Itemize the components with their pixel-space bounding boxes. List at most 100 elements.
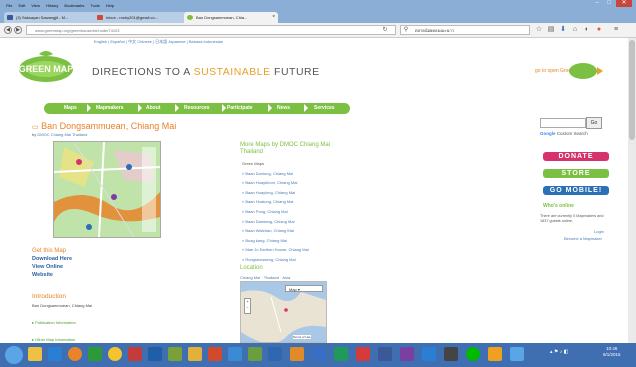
app-taskbar-icon[interactable]: [268, 347, 282, 361]
facebook-icon: [7, 15, 13, 20]
new-tab-button[interactable]: +: [270, 13, 275, 22]
nav-maps[interactable]: Maps: [64, 103, 77, 114]
list-item[interactable]: » Mae Jo Earthen House, Chiang Mai: [242, 245, 309, 255]
map-type-select[interactable]: Map ▾: [285, 285, 323, 292]
app-taskbar-icon[interactable]: [378, 347, 392, 361]
location-map[interactable]: Map ▾ + − Terms of Use: [240, 281, 327, 343]
menu-history[interactable]: History: [46, 3, 58, 8]
minimize-button[interactable]: –: [592, 0, 602, 7]
app-taskbar-icon[interactable]: [148, 347, 162, 361]
list-item[interactable]: » Baan Pong, Chiang Mai: [242, 207, 309, 217]
website-link[interactable]: Website: [32, 272, 53, 278]
list-item[interactable]: » Baan Watchan, Chiang Mai: [242, 226, 309, 236]
tagline-highlight: SUSTAINABLE: [193, 66, 271, 78]
menu-tools[interactable]: Tools: [90, 3, 99, 8]
close-button[interactable]: ✕: [616, 0, 632, 7]
app-taskbar-icon[interactable]: [488, 347, 502, 361]
menu-bookmarks[interactable]: Bookmarks: [64, 3, 84, 8]
list-item[interactable]: » Baan Huatung, Chiang Mai: [242, 197, 309, 207]
hamburger-menu-icon[interactable]: ≡: [612, 26, 620, 34]
chrome-taskbar-icon[interactable]: [108, 347, 122, 361]
app-taskbar-icon[interactable]: [128, 347, 142, 361]
become-mapmaker-link[interactable]: Become a Mapmaker: [564, 236, 602, 241]
language-links[interactable]: English | Español | 中文 Chinese | 日本語 Jap…: [94, 39, 223, 45]
tab-gmail[interactable]: Inbox - roshy201@gmail.co... ×: [94, 12, 192, 23]
system-clock[interactable]: 10:46 6/1/2016: [603, 346, 621, 358]
list-item[interactable]: » Rongseowaeng, Chiang Mai: [242, 255, 309, 265]
app-taskbar-icon[interactable]: [422, 347, 436, 361]
extension-icon[interactable]: ●: [595, 26, 603, 34]
app-taskbar-icon[interactable]: [88, 347, 102, 361]
explorer-taskbar-icon[interactable]: [28, 347, 42, 361]
search-go-button[interactable]: Go: [586, 117, 602, 129]
view-online-link[interactable]: View Online: [32, 264, 63, 270]
nav-mapmakers[interactable]: Mapmakers: [96, 103, 124, 114]
line-taskbar-icon[interactable]: [466, 347, 480, 361]
publication-info-toggle[interactable]: ▸ Publication Information: [32, 320, 76, 325]
menu-help[interactable]: Help: [106, 3, 114, 8]
reload-icon[interactable]: ↻: [381, 26, 389, 34]
app-taskbar-icon[interactable]: [188, 347, 202, 361]
download-icon[interactable]: ⬇: [559, 26, 567, 34]
list-item[interactable]: » Baan Donlung, Chiang Mai: [242, 169, 309, 179]
nav-participate[interactable]: Participate: [227, 103, 253, 114]
list-item[interactable]: » Baan Dandang, Chiang Mai: [242, 217, 309, 227]
donate-button[interactable]: DONATE: [543, 152, 609, 161]
maximize-button[interactable]: □: [604, 0, 614, 7]
tab-greenmap[interactable]: Ban Dongsammuean, Chia... ×: [184, 12, 278, 23]
nav-separator: [304, 104, 308, 112]
greenmap-logo[interactable]: GREEN MAP: [17, 48, 75, 84]
open-green-map-link[interactable]: go to open Green Map: [535, 56, 605, 82]
scrollbar-thumb[interactable]: [629, 40, 635, 140]
ie-taskbar-icon[interactable]: [48, 347, 62, 361]
nav-resources[interactable]: Resources: [184, 103, 210, 114]
download-link[interactable]: Download Here: [32, 256, 72, 262]
bookmarks-menu-icon[interactable]: ▤: [547, 26, 555, 34]
nav-separator: [87, 104, 91, 112]
bookmark-star-icon[interactable]: ☆: [535, 26, 543, 34]
app-taskbar-icon[interactable]: [400, 347, 414, 361]
list-item[interactable]: » Buag kang, Chiang Mai: [242, 236, 309, 246]
app-taskbar-icon[interactable]: [510, 347, 524, 361]
nav-services[interactable]: Services: [314, 103, 335, 114]
tab-bar: (3) Saksayan Sawangjit - M... × Inbox - …: [0, 10, 636, 23]
app-taskbar-icon[interactable]: [248, 347, 262, 361]
browser-search-input[interactable]: ตลาดน้อยคลองมะนาว: [400, 25, 530, 35]
nav-news[interactable]: News: [277, 103, 290, 114]
location-breadcrumb[interactable]: Chiang Mai · Thailand · Asia: [240, 275, 290, 280]
location-heading: Location: [240, 265, 263, 271]
app-taskbar-icon[interactable]: [168, 347, 182, 361]
go-mobile-button[interactable]: GO MOBILE!: [543, 186, 609, 195]
app-taskbar-icon[interactable]: [312, 347, 326, 361]
site-search-input[interactable]: [540, 118, 586, 128]
home-icon[interactable]: ⌂: [571, 26, 579, 34]
start-button[interactable]: [5, 346, 23, 364]
list-item[interactable]: » Baan Huaykhom, Chiang Mai: [242, 178, 309, 188]
firefox-taskbar-icon[interactable]: [68, 347, 82, 361]
app-taskbar-icon[interactable]: [444, 347, 458, 361]
tagline-part: DIRECTIONS TO A: [92, 66, 194, 78]
app-taskbar-icon[interactable]: [334, 347, 348, 361]
pocket-icon[interactable]: ◐: [583, 26, 591, 34]
store-button[interactable]: STORE: [543, 169, 609, 178]
map-thumbnail[interactable]: [53, 141, 161, 238]
app-taskbar-icon[interactable]: [290, 347, 304, 361]
nav-about[interactable]: About: [146, 103, 160, 114]
app-taskbar-icon[interactable]: [356, 347, 370, 361]
menu-file[interactable]: File: [6, 3, 12, 8]
zoom-control[interactable]: + −: [244, 298, 251, 314]
menu-edit[interactable]: Edit: [18, 3, 25, 8]
tab-facebook[interactable]: (3) Saksayan Sawangjit - M... ×: [4, 12, 102, 23]
app-taskbar-icon[interactable]: [228, 347, 242, 361]
other-info-toggle[interactable]: ▸ Other Map Information: [32, 337, 75, 342]
app-taskbar-icon[interactable]: [208, 347, 222, 361]
menu-view[interactable]: View: [31, 3, 40, 8]
map-terms-link[interactable]: Terms of Use: [293, 335, 311, 339]
back-button[interactable]: ◀: [4, 26, 12, 34]
login-link[interactable]: Login: [594, 229, 604, 234]
byline-author-link[interactable]: DMOC Chiang Mai Thailand: [37, 132, 87, 137]
forward-button[interactable]: ▶: [14, 26, 22, 34]
system-tray[interactable]: ▴ ⚑ ♪ ◧: [550, 349, 568, 355]
list-item[interactable]: » Baan Huaylong, Chiang Mai: [242, 188, 309, 198]
url-bar[interactable]: www.greenmap.org/greenhouse/en/node/7410…: [26, 25, 396, 35]
